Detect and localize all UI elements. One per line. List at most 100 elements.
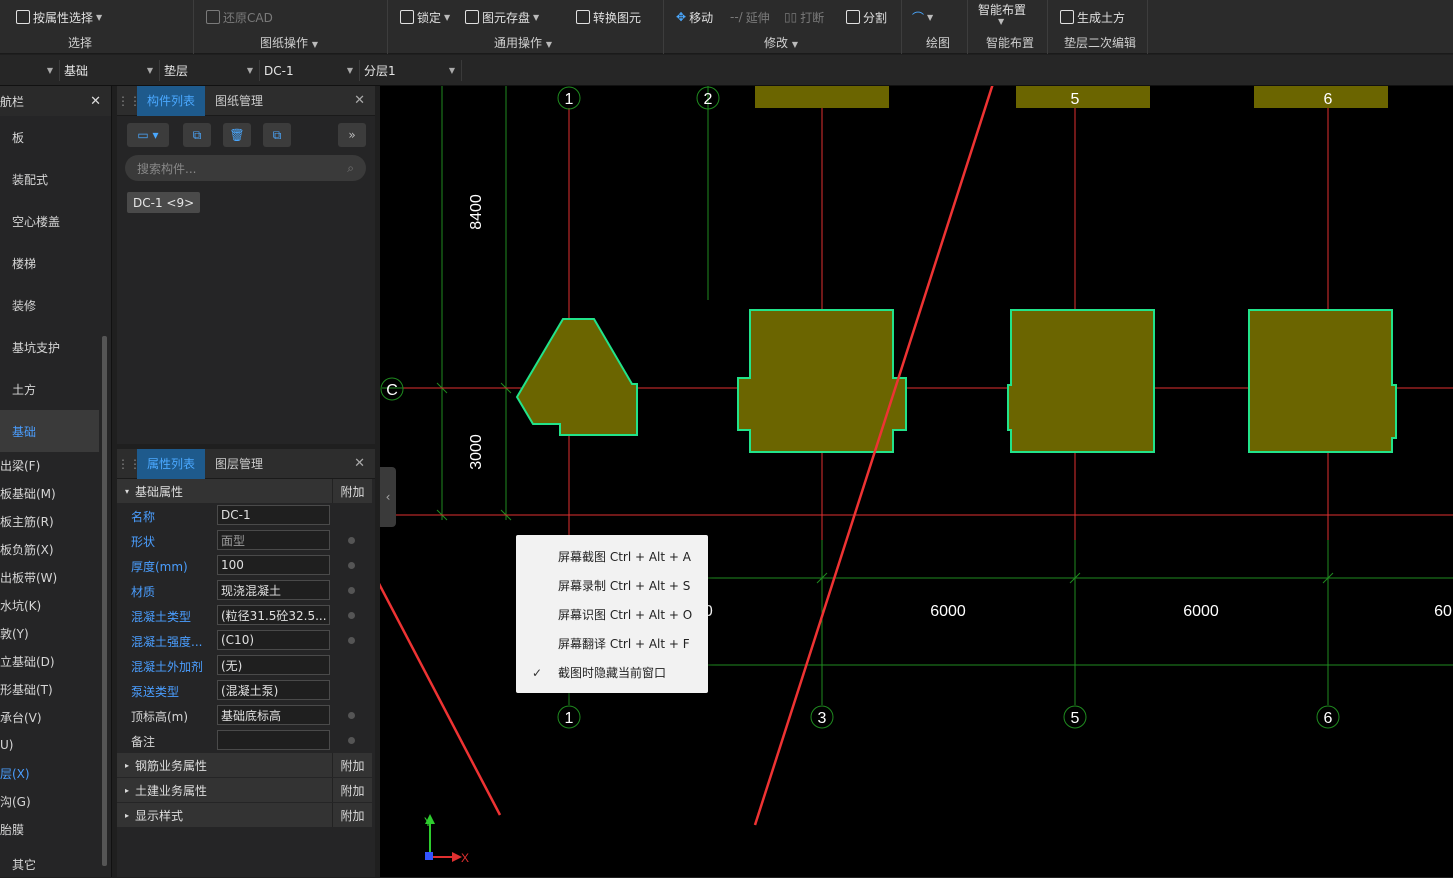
- drag-handle-icon[interactable]: ⋮⋮: [117, 457, 141, 471]
- nav-sub-item[interactable]: 敦(Y): [0, 619, 29, 647]
- nav-sub-item-active[interactable]: 层(X): [0, 759, 30, 787]
- break-button[interactable]: ▯▯ 打断: [784, 8, 824, 26]
- delete-component-button[interactable]: 🗑: [223, 123, 251, 147]
- drawing-ops-menu[interactable]: 图纸操作 ▼: [260, 34, 318, 51]
- menu-item-hide-window[interactable]: ✓ 截图时隐藏当前窗口: [516, 658, 708, 687]
- nav-sub-item[interactable]: 出板带(W): [0, 563, 57, 591]
- nav-sub-item[interactable]: U): [0, 731, 13, 759]
- property-value-input[interactable]: (无): [217, 655, 330, 675]
- toggle-dot-icon[interactable]: [348, 637, 355, 644]
- drawing-canvas[interactable]: 1 2 5 6 C 1 3 5 6 8400 3000 6000 6000 60…: [380, 86, 1453, 877]
- floor-combo[interactable]: ▼: [0, 60, 60, 81]
- nav-item-slab[interactable]: 板: [0, 116, 99, 158]
- sublayer-combo[interactable]: 分层1 ▼: [360, 60, 462, 81]
- toggle-dot-icon[interactable]: [348, 712, 355, 719]
- component-list-panel: ⋮⋮ 构件列表 图纸管理 ✕ ▭ ▾ ⧉ 🗑 ⧉ » 搜索构件... ⌕ DC-…: [117, 85, 375, 444]
- general-ops-menu[interactable]: 通用操作 ▼: [494, 34, 552, 51]
- chevron-down-icon[interactable]: ▼: [998, 17, 1004, 26]
- nav-item-other[interactable]: 其它: [0, 850, 36, 878]
- drag-handle-icon[interactable]: ⋮⋮: [117, 94, 141, 108]
- smart-place-button[interactable]: 智能布置: [978, 0, 1026, 18]
- restore-cad-button[interactable]: 还原CAD: [206, 8, 273, 26]
- convert-element-button[interactable]: 转换图元: [576, 8, 641, 26]
- nav-sub-item[interactable]: 沟(G): [0, 787, 31, 815]
- add-button[interactable]: 附加: [332, 479, 372, 503]
- nav-sub-item[interactable]: 板基础(M): [0, 479, 56, 507]
- nav-sub-item[interactable]: 板主筋(R): [0, 507, 54, 535]
- nav-sub-item[interactable]: 承台(V): [0, 703, 42, 731]
- smart-place-group: 智能布置 ▼ 智能布置: [968, 0, 1048, 54]
- civil-properties-section[interactable]: ▸ 土建业务属性 附加: [117, 778, 372, 802]
- add-button[interactable]: 附加: [332, 778, 372, 802]
- rebar-properties-section[interactable]: ▸ 钢筋业务属性 附加: [117, 753, 372, 777]
- nav-item-foundation[interactable]: 基础: [0, 410, 99, 452]
- lock-icon: [400, 10, 414, 24]
- menu-item-screen-record[interactable]: 屏幕录制 Ctrl + Alt + S: [516, 571, 708, 600]
- move-button[interactable]: ✥ 移动: [676, 8, 713, 26]
- tab-layer-management[interactable]: 图层管理: [205, 449, 273, 479]
- property-value-input[interactable]: 100: [217, 555, 330, 575]
- nav-sub-item[interactable]: 出梁(F): [0, 451, 40, 479]
- save-element-button[interactable]: 图元存盘 ▼: [465, 8, 539, 26]
- nav-sub-item[interactable]: 胎膜: [0, 815, 24, 843]
- basic-properties-section[interactable]: ▾ 基础属性 附加: [117, 479, 372, 503]
- generate-earth-button[interactable]: 生成土方: [1060, 8, 1125, 26]
- toggle-dot-icon[interactable]: [348, 537, 355, 544]
- toggle-dot-icon[interactable]: [348, 562, 355, 569]
- menu-item-screen-ocr[interactable]: 屏幕识图 Ctrl + Alt + O: [516, 600, 708, 629]
- split-button[interactable]: 分割: [846, 8, 887, 26]
- menu-item-screenshot[interactable]: 屏幕截图 Ctrl + Alt + A: [516, 542, 708, 571]
- arc-button[interactable]: ⌒ ▼: [912, 8, 933, 26]
- copy-component-button[interactable]: ⧉: [183, 123, 211, 147]
- component-search-input[interactable]: 搜索构件... ⌕: [125, 155, 366, 181]
- add-button[interactable]: 附加: [332, 753, 372, 777]
- coordinate-axes-icon: Y X: [424, 814, 469, 865]
- add-button[interactable]: 附加: [332, 803, 372, 827]
- close-icon[interactable]: ✕: [354, 93, 365, 108]
- close-icon[interactable]: ✕: [354, 456, 365, 471]
- nav-item-stairs[interactable]: 楼梯: [0, 242, 99, 284]
- menu-item-screen-translate[interactable]: 屏幕翻译 Ctrl + Alt + F: [516, 629, 708, 658]
- expand-button[interactable]: »: [338, 123, 366, 147]
- tab-property-list[interactable]: 属性列表: [137, 448, 206, 479]
- property-value-input[interactable]: [217, 730, 330, 750]
- property-value-input[interactable]: (粒径31.5砼32.5...: [217, 605, 330, 625]
- nav-item-decoration[interactable]: 装修: [0, 284, 99, 326]
- layer-selector-bar: ▼ 基础 ▼ 垫层 ▼ DC-1 ▼ 分层1 ▼: [0, 55, 1453, 86]
- tab-drawing-management[interactable]: 图纸管理: [205, 86, 273, 116]
- nav-sub-item[interactable]: 水坑(K): [0, 591, 41, 619]
- foundation-pads[interactable]: [515, 309, 1397, 453]
- property-value-input[interactable]: 基础底标高: [217, 705, 330, 725]
- arc-icon: ⌒: [912, 10, 925, 25]
- lock-button[interactable]: 锁定 ▼: [400, 8, 450, 26]
- modify-menu[interactable]: 修改 ▼: [764, 34, 798, 51]
- toggle-dot-icon[interactable]: [348, 612, 355, 619]
- component-combo[interactable]: DC-1 ▼: [260, 60, 360, 81]
- property-value-input[interactable]: DC-1: [217, 505, 330, 525]
- property-value-input[interactable]: 面型: [217, 530, 330, 550]
- close-icon[interactable]: ✕: [90, 94, 101, 109]
- nav-sub-item[interactable]: 立基础(D): [0, 647, 55, 675]
- tab-component-list[interactable]: 构件列表: [137, 85, 206, 116]
- nav-sub-item[interactable]: 板负筋(X): [0, 535, 54, 563]
- toggle-dot-icon[interactable]: [348, 737, 355, 744]
- collapse-panel-button[interactable]: ‹: [380, 467, 396, 527]
- property-value-input[interactable]: 现浇混凝土: [217, 580, 330, 600]
- component-item-dc1[interactable]: DC-1 <9>: [127, 192, 201, 213]
- new-component-button[interactable]: ▭ ▾: [127, 123, 169, 147]
- property-value-input[interactable]: (混凝土泵): [217, 680, 330, 700]
- extend-button[interactable]: --/延伸: [730, 8, 770, 26]
- category-combo[interactable]: 基础 ▼: [60, 60, 160, 81]
- display-style-section[interactable]: ▸ 显示样式 附加: [117, 803, 372, 827]
- nav-item-pit-support[interactable]: 基坑支护: [0, 326, 99, 368]
- nav-item-prefab[interactable]: 装配式: [0, 158, 99, 200]
- nav-scrollbar[interactable]: [102, 336, 107, 866]
- type-combo[interactable]: 垫层 ▼: [160, 60, 260, 81]
- nav-item-earthwork[interactable]: 土方: [0, 368, 99, 410]
- select-by-property-button[interactable]: 按属性选择 ▼: [16, 8, 102, 26]
- nav-item-hollow-floor[interactable]: 空心楼盖: [0, 200, 99, 242]
- property-value-input[interactable]: (C10): [217, 630, 330, 650]
- toggle-dot-icon[interactable]: [348, 587, 355, 594]
- nav-sub-item[interactable]: 形基础(T): [0, 675, 53, 703]
- layer-copy-button[interactable]: ⧉: [263, 123, 291, 147]
